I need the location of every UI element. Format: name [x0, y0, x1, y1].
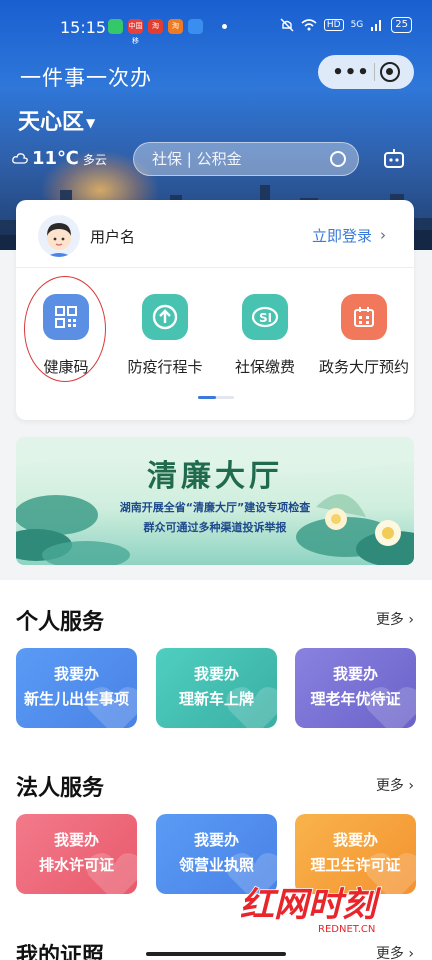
- search-input[interactable]: 社保 | 公积金: [133, 142, 359, 176]
- heart-decoration-icon: [86, 853, 137, 894]
- app-icon-blue: [188, 19, 203, 34]
- banner-title: 清廉大厅: [147, 459, 283, 494]
- more-menu-icon[interactable]: •••: [332, 62, 370, 83]
- app-icon-red2: 淘: [148, 19, 163, 34]
- personal-services-title: 个人服务: [16, 610, 105, 635]
- banner-line-1: 湖南开展全省“清廉大厅”建设专项检查: [119, 501, 311, 514]
- service-card-line1: 我要办: [332, 665, 378, 683]
- app-icon-orange: 淘: [168, 19, 183, 34]
- svg-text:SI: SI: [259, 311, 272, 325]
- quick-action-hall-booking[interactable]: 政务大厅预约: [314, 294, 414, 377]
- personal-services-more[interactable]: 更多 ›: [376, 609, 414, 629]
- robot-assistant-icon[interactable]: [382, 149, 406, 169]
- watermark-main: 红网时刻: [240, 885, 382, 925]
- chevron-down-icon: ▼: [86, 116, 96, 130]
- status-time: 15:15: [60, 18, 107, 37]
- miniprogram-capsule[interactable]: •••: [318, 55, 414, 89]
- legal-services-title: 法人服务: [16, 776, 105, 801]
- service-card-line1: 我要办: [193, 831, 239, 849]
- quick-action-travel-card[interactable]: 防疫行程卡: [115, 294, 215, 377]
- quick-action-social-security[interactable]: SI 社保缴费: [215, 294, 315, 377]
- signal-label: 5G: [350, 20, 364, 30]
- service-card-elderly[interactable]: 我要办 理老年优待证: [295, 648, 416, 728]
- carousel-pager: [198, 396, 234, 399]
- chevron-right-icon: ›: [408, 612, 414, 628]
- avatar-face-icon: [46, 223, 72, 257]
- app-title: 一件事一次办: [20, 66, 152, 90]
- certificates-more[interactable]: 更多 ›: [376, 943, 414, 960]
- avatar: [38, 215, 80, 257]
- weather-condition: 多云: [82, 153, 107, 167]
- search-placeholder: 社保 | 公积金: [152, 150, 242, 168]
- district-label: 天心区: [18, 110, 85, 135]
- rednet-watermark-logo: 红网时刻 REDNET.CN: [239, 884, 382, 935]
- username: 用户名: [90, 228, 136, 246]
- capsule-divider: [374, 63, 376, 81]
- login-link[interactable]: 立即登录: [312, 225, 372, 246]
- service-card-drainage[interactable]: 我要办 排水许可证: [16, 814, 137, 894]
- cloud-icon: [12, 153, 28, 164]
- more-label: 更多: [375, 946, 404, 960]
- certificates-title: 我的证照: [16, 944, 105, 960]
- notification-app-icons: 中国移 淘 淘: [108, 19, 227, 45]
- social-security-icon: SI: [242, 294, 288, 340]
- status-bar: 15:15 中国移 淘 淘 HD 5G 25: [0, 0, 432, 45]
- weather-widget: 11℃ 多云: [12, 148, 107, 169]
- app-icon-green: [108, 19, 123, 34]
- heart-decoration-icon: [226, 687, 277, 728]
- heart-decoration-icon: [86, 687, 137, 728]
- pager-active: [198, 396, 216, 399]
- status-indicators: HD 5G 25: [280, 17, 412, 33]
- close-miniprogram-icon[interactable]: [379, 62, 400, 82]
- search-icon[interactable]: [330, 151, 346, 167]
- service-card-line1: 我要办: [332, 831, 378, 849]
- watermark-sub: REDNET.CN: [318, 924, 375, 935]
- more-label: 更多: [375, 778, 404, 794]
- app-icon-red: 中国移: [128, 19, 143, 45]
- quick-action-label: 社保缴费: [234, 358, 295, 376]
- clean-hall-banner[interactable]: 清廉大厅 湖南开展全省“清廉大厅”建设专项检查 群众可通过多种渠道投诉举报: [16, 437, 414, 565]
- highlight-circle-annotation: [24, 276, 106, 382]
- chevron-right-icon: ›: [380, 226, 386, 244]
- wifi-icon: [301, 19, 317, 31]
- calendar-icon: [341, 294, 387, 340]
- service-card-line1: 我要办: [53, 831, 99, 849]
- district-selector[interactable]: 天心区 ▼: [18, 104, 95, 136]
- more-label: 更多: [375, 612, 404, 628]
- hd-badge: HD: [323, 19, 344, 31]
- more-notifications-dot: [222, 24, 227, 29]
- quick-action-label: 防疫行程卡: [127, 358, 203, 376]
- chevron-right-icon: ›: [408, 946, 414, 960]
- temperature: 11℃: [32, 148, 79, 169]
- service-card-car-plate[interactable]: 我要办 理新车上牌: [156, 648, 277, 728]
- chevron-right-icon: ›: [408, 778, 414, 794]
- legal-services-more[interactable]: 更多 ›: [376, 775, 414, 795]
- service-card-line1: 我要办: [53, 665, 99, 683]
- user-row[interactable]: 用户名 立即登录 ›: [16, 200, 414, 268]
- banner-line-2: 群众可通过多种渠道投诉举报: [143, 521, 287, 534]
- service-card-newborn[interactable]: 我要办 新生儿出生事项: [16, 648, 137, 728]
- battery-indicator: 25: [391, 17, 412, 33]
- mute-bell-icon: [280, 18, 294, 32]
- signal-icon: [371, 20, 382, 31]
- heart-decoration-icon: [365, 687, 416, 728]
- home-indicator[interactable]: [146, 952, 286, 956]
- arrow-up-circle-icon: [142, 294, 188, 340]
- service-card-line1: 我要办: [193, 665, 239, 683]
- quick-action-label: 政务大厅预约: [318, 358, 409, 376]
